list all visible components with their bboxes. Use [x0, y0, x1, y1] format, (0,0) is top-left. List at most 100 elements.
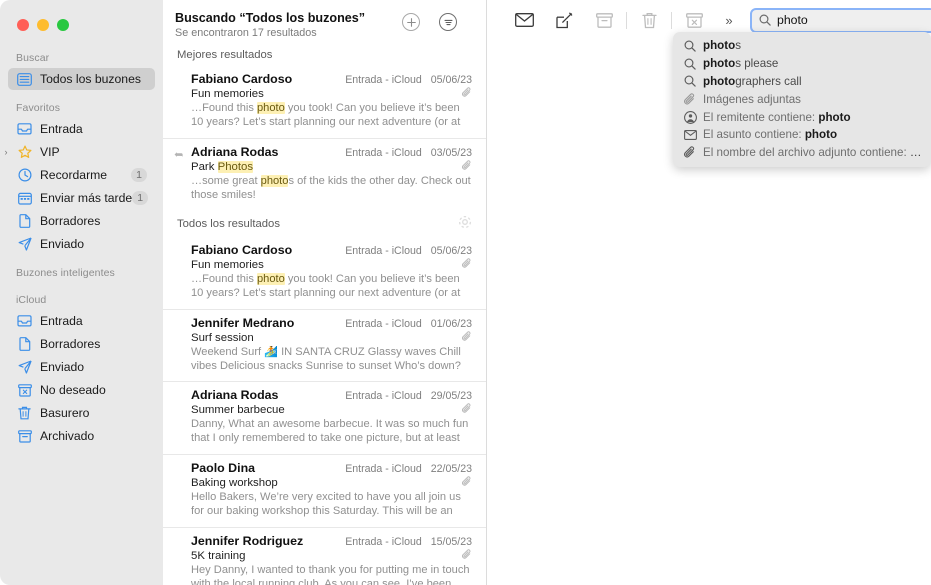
sidebar-item-entrada[interactable]: Entrada: [8, 118, 155, 140]
message-sender: Adriana Rodas: [191, 388, 279, 402]
toolbar-overflow-button[interactable]: »: [716, 7, 742, 33]
message-list-item[interactable]: Jennifer Rodriguez Entrada - iCloud 15/05/…: [163, 527, 486, 585]
sidebar-group-list: Buscar Todos los buzones Favoritos Entrada ›…: [0, 52, 163, 447]
message-preview: Hey Danny, I wanted to thank you for put…: [191, 564, 472, 585]
drafts-icon: [16, 337, 33, 352]
search-suggestion-item[interactable]: photographers call: [673, 73, 931, 91]
message-subject-text: 5K training: [191, 550, 246, 562]
search-suggestion-item[interactable]: Imágenes adjuntas: [673, 90, 931, 108]
search-suggestion-label: photographers call: [703, 74, 802, 88]
message-list-item[interactable]: ➦ Adriana Rodas Entrada - iCloud 03/05/23 Pa…: [163, 138, 486, 210]
message-list-item[interactable]: Paolo Dina Entrada - iCloud 22/05/23 Baking…: [163, 454, 486, 527]
search-suggestion-item[interactable]: El nombre del archivo adjunto contiene: …: [673, 144, 931, 162]
toolbar-divider: [671, 11, 672, 29]
message-mailbox: Entrada - iCloud: [345, 536, 422, 548]
search-suggestion-item[interactable]: photos: [673, 37, 931, 55]
message-mailbox: Entrada - iCloud: [345, 463, 422, 475]
sidebar-item-label: Archivado: [40, 429, 95, 443]
sidebar-item-recordarme[interactable]: Recordarme 1: [8, 164, 155, 186]
sidebar-item-enviar-m-s-tarde[interactable]: Enviar más tarde 1: [8, 187, 155, 209]
search-suggestion-label: photos: [703, 39, 741, 53]
sidebar-section-title: Buzones inteligentes: [16, 267, 115, 279]
junk-button[interactable]: [674, 7, 714, 33]
message-mailbox: Entrada - iCloud: [345, 318, 422, 330]
search-suggestion-item[interactable]: photos please: [673, 55, 931, 73]
message-sender: Fabiano Cardoso: [191, 72, 293, 86]
junk-icon: [16, 383, 33, 398]
search-suggestion-label: El asunto contiene: photo: [703, 128, 838, 142]
archive-button[interactable]: [584, 7, 624, 33]
search-highlight: photo: [260, 175, 289, 187]
message-sender: Paolo Dina: [191, 461, 256, 475]
message-subject: Summer barbecue: [191, 404, 462, 416]
message-date: 05/06/23: [430, 245, 472, 257]
search-suggestion-item[interactable]: El remitente contiene: photo: [673, 108, 931, 126]
message-date: 29/05/23: [430, 390, 472, 402]
attachment-icon: [462, 160, 472, 174]
sidebar-item-no-deseado[interactable]: No deseado: [8, 379, 155, 401]
message-mailbox: Entrada - iCloud: [345, 74, 422, 86]
replied-arrow-icon: ➦: [174, 149, 184, 161]
sidebar-group: Favoritos Entrada › VIP Recordarme 1 Enviar má…: [0, 102, 163, 255]
message-subject-text: Fun memories: [191, 259, 264, 271]
sidebar: Buscar Todos los buzones Favoritos Entrada ›…: [0, 0, 163, 585]
message-subject: Park Photos: [191, 161, 462, 173]
message-list-item[interactable]: Fabiano Cardoso Entrada - iCloud 05/06/23 F…: [163, 237, 486, 309]
message-preview-text: …Found this: [191, 102, 257, 114]
search-suggestion-item[interactable]: El asunto contiene: photo: [673, 126, 931, 144]
delete-button[interactable]: [629, 7, 669, 33]
filter-button[interactable]: [439, 13, 457, 31]
sidebar-item-enviado[interactable]: Enviado: [8, 233, 155, 255]
sidebar-group: Buscar Todos los buzones: [0, 52, 163, 90]
result-group-header: Mejores resultados: [163, 44, 486, 66]
sidebar-item-vip[interactable]: › VIP: [5, 141, 155, 163]
minimize-button[interactable]: [37, 18, 49, 31]
add-search-button[interactable]: [402, 13, 420, 31]
archive-icon: [16, 429, 33, 444]
sidebar-section-title: Buscar: [16, 52, 50, 64]
sidebar-item-borradores[interactable]: Borradores: [8, 210, 155, 232]
search-results-header: Buscando “Todos los buzones” Se encontra…: [163, 0, 486, 44]
message-list-item[interactable]: Adriana Rodas Entrada - iCloud 29/05/23 Sum…: [163, 381, 486, 454]
loading-spinner-icon: [458, 215, 472, 232]
message-list-item[interactable]: Jennifer Medrano Entrada - iCloud 01/06/23…: [163, 309, 486, 381]
search-highlight: photo: [256, 273, 285, 285]
content-pane: » ✕ photos photos please photographers cal…: [487, 0, 931, 585]
envelope-icon: [682, 129, 698, 140]
message-sender: Jennifer Rodriguez: [191, 534, 304, 548]
message-preview: Weekend Surf 🏄 IN SANTA CRUZ Glassy wave…: [191, 346, 472, 373]
unread-badge: 1: [131, 168, 147, 182]
toolbar-divider: [626, 11, 627, 29]
attachment-icon: [682, 146, 698, 159]
message-date: 05/06/23: [430, 74, 472, 86]
attachment-icon: [462, 331, 472, 345]
search-field[interactable]: ✕: [750, 7, 931, 33]
search-suggestion-label: El nombre del archivo adjunto contiene: …: [703, 146, 922, 160]
sent-icon: [16, 237, 33, 252]
close-button[interactable]: [17, 18, 29, 31]
compose-button[interactable]: [544, 7, 584, 33]
zoom-button[interactable]: [57, 18, 69, 31]
page-title: Buscando “Todos los buzones”: [175, 11, 366, 25]
sidebar-item-entrada[interactable]: Entrada: [8, 310, 155, 332]
search-input[interactable]: [777, 13, 931, 27]
sidebar-item-todos-los-buzones[interactable]: Todos los buzones: [8, 68, 155, 90]
window-controls: [0, 0, 163, 34]
message-date: 22/05/23: [430, 463, 472, 475]
sidebar-item-label: Entrada: [40, 122, 83, 136]
message-groups: Mejores resultados Fabiano Cardoso Entrada…: [163, 44, 486, 585]
mark-unread-button[interactable]: [504, 7, 544, 33]
sidebar-item-basurero[interactable]: Basurero: [8, 402, 155, 424]
search-suggestions-dropdown: photos photos please photographers call Imá…: [673, 32, 931, 167]
message-list-item[interactable]: Fabiano Cardoso Entrada - iCloud 05/06/23 F…: [163, 66, 486, 138]
message-preview-text: …Found this: [191, 273, 257, 285]
sidebar-item-borradores[interactable]: Borradores: [8, 333, 155, 355]
attachment-icon: [462, 258, 472, 272]
attachment-icon: [462, 476, 472, 490]
message-subject-text: Fun memories: [191, 88, 264, 100]
message-list-pane: Buscando “Todos los buzones” Se encontra…: [163, 0, 487, 585]
disclosure-triangle-icon[interactable]: ›: [1, 147, 11, 157]
sidebar-item-enviado[interactable]: Enviado: [8, 356, 155, 378]
message-subject-text: Park: [191, 161, 218, 173]
sidebar-item-archivado[interactable]: Archivado: [8, 425, 155, 447]
